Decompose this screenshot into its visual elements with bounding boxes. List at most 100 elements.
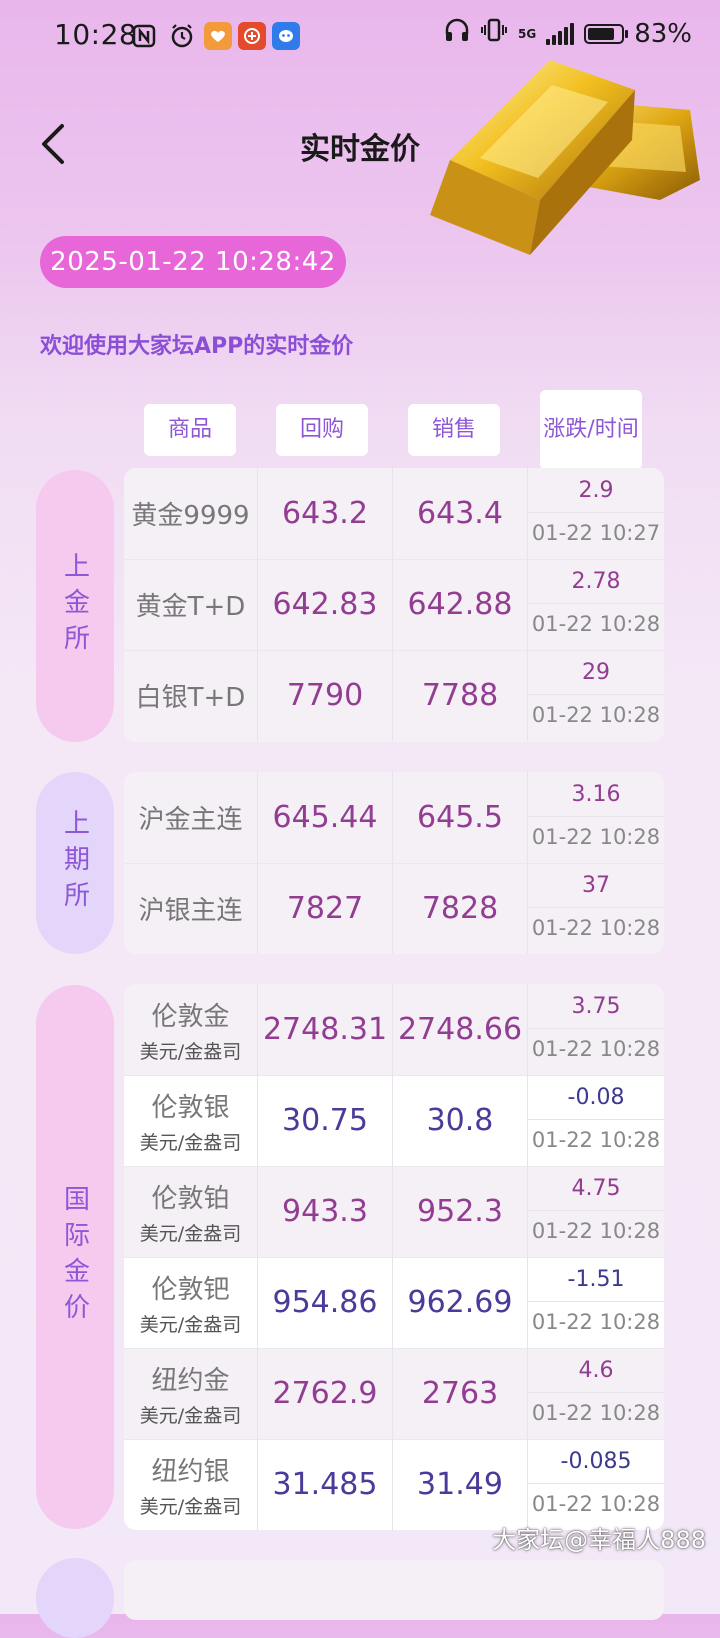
group-table-international: 伦敦金 美元/金盎司 2748.31 2748.66 3.75 01-22 10:… [124,984,664,1530]
product-name: 伦敦金 [151,1001,230,1032]
group-label-text: 上期所 [59,809,90,917]
buyback-price: 31.485 [258,1439,393,1530]
table-row[interactable]: 纽约金 美元/金盎司 2762.9 2763 4.6 01-22 10:28 [124,1348,664,1439]
group-label-international: 国际金价 [36,985,114,1529]
product-cell: 纽约银 美元/金盎司 [124,1439,258,1530]
change-value: 3.16 [528,772,664,817]
change-cell: 37 01-22 10:28 [528,863,664,954]
change-value: 29 [528,650,664,695]
change-value: 37 [528,863,664,908]
buyback-price: 30.75 [258,1075,393,1166]
change-cell: 4.6 01-22 10:28 [528,1348,664,1439]
table-row[interactable]: 沪金主连 645.44 645.5 3.16 01-22 10:28 [124,772,664,863]
group-label-text: 国际金价 [59,1185,90,1329]
table-row[interactable]: 伦敦银 美元/金盎司 30.75 30.8 -0.08 01-22 10:28 [124,1075,664,1166]
product-cell: 沪银主连 [124,863,258,954]
product-name: 伦敦银 [151,1092,230,1123]
sell-price: 7788 [393,650,528,741]
change-cell: 3.16 01-22 10:28 [528,772,664,863]
group-label-sge: 上金所 [36,470,114,742]
table-row[interactable]: 伦敦铂 美元/金盎司 943.3 952.3 4.75 01-22 10:28 [124,1166,664,1257]
table-row[interactable]: 纽约银 美元/金盎司 31.485 31.49 -0.085 01-22 10:2… [124,1439,664,1530]
row-divider [124,559,664,560]
nfc-icon [130,22,158,50]
alarm-icon [168,22,196,50]
group-table-shfe: 沪金主连 645.44 645.5 3.16 01-22 10:28 沪银主连 … [124,772,664,954]
product-name: 伦敦铂 [151,1183,230,1214]
product-cell: 黄金T+D [124,559,258,650]
sell-price: 7828 [393,863,528,954]
column-header-sell: 销售 [408,404,500,456]
product-cell: 沪金主连 [124,772,258,863]
table-row[interactable]: 伦敦钯美元/金盎司 954.86 962.69 -1.51 01-22 10:2… [124,1257,664,1348]
update-time: 01-22 10:28 [531,1128,661,1152]
update-time: 01-22 10:28 [531,825,661,849]
update-time: 01-22 10:28 [531,1401,661,1425]
unit-label: 美元/金盎司 [139,1495,242,1518]
sell-price: 31.49 [393,1439,528,1530]
change-value: -0.085 [528,1439,664,1484]
table-row[interactable]: 黄金9999 643.2 643.4 2.9 01-22 10:27 [124,468,664,559]
unit-label: 美元/金盎司 [139,1040,242,1063]
buyback-price: 7790 [258,650,393,741]
row-divider [124,1166,664,1167]
row-divider [124,1257,664,1258]
update-time: 01-22 10:28 [531,612,661,636]
product-name: 沪金主连 [138,805,243,835]
column-header-change-time: 涨跌/时间 [540,390,642,470]
battery-level [588,27,614,40]
unit-label: 美元/金盎司 [139,1313,242,1336]
buyback-price: 2762.9 [258,1348,393,1439]
change-cell: 3.75 01-22 10:28 [528,984,664,1075]
column-header-buyback: 回购 [276,404,368,456]
change-cell: 29 01-22 10:28 [528,650,664,741]
table-row[interactable]: 白银T+D 7790 7788 29 01-22 10:28 [124,650,664,741]
unit-label: 美元/金盎司 [139,1131,242,1154]
group-label-shfe: 上期所 [36,772,114,954]
update-time: 01-22 10:28 [531,1310,661,1334]
watermark: 大家坛@幸福人888 [492,1526,706,1554]
change-cell: -0.085 01-22 10:28 [528,1439,664,1530]
product-name: 白银T+D [135,683,246,713]
group-table-sge: 黄金9999 643.2 643.4 2.9 01-22 10:27 黄金T+D… [124,468,664,742]
update-time: 01-22 10:27 [531,521,661,545]
change-cell: -1.51 01-22 10:28 [528,1257,664,1348]
column-header-product: 商品 [144,404,236,456]
product-name: 伦敦钯 [151,1274,230,1305]
change-cell: -0.08 01-22 10:28 [528,1075,664,1166]
network-type: 5G [518,26,537,41]
sell-price: 642.88 [393,559,528,650]
app-notification-icon [204,22,232,50]
table-row[interactable]: 沪银主连 7827 7828 37 01-22 10:28 [124,863,664,954]
row-divider [124,863,664,864]
table-row[interactable]: 黄金T+D 642.83 642.88 2.78 01-22 10:28 [124,559,664,650]
product-name: 黄金T+D [135,592,246,622]
product-cell: 伦敦金美元/金盎司 [124,984,258,1075]
change-cell: 2.9 01-22 10:27 [528,468,664,559]
datetime-badge: 2025-01-22 10:28:42 [40,236,346,288]
buyback-price: 645.44 [258,772,393,863]
gold-bars-image [430,60,700,255]
change-cell: 4.75 01-22 10:28 [528,1166,664,1257]
row-divider [124,1075,664,1076]
update-time: 01-22 10:28 [531,1037,661,1061]
next-group-table [124,1560,664,1620]
product-cell: 黄金9999 [124,468,258,559]
sell-price: 962.69 [393,1257,528,1348]
row-divider [124,1348,664,1349]
update-time: 01-22 10:28 [531,1219,661,1243]
sell-price: 643.4 [393,468,528,559]
product-cell: 伦敦钯美元/金盎司 [124,1257,258,1348]
sell-price: 2748.66 [393,984,528,1075]
table-row[interactable]: 伦敦金 美元/金盎司 2748.31 2748.66 3.75 01-22 10:… [124,984,664,1075]
change-value: 4.6 [528,1348,664,1393]
buyback-price: 954.86 [258,1257,393,1348]
status-time: 10:28 [54,18,138,51]
change-value: 2.9 [528,468,664,513]
row-divider [124,1439,664,1440]
change-value: 2.78 [528,559,664,604]
change-value: 4.75 [528,1166,664,1211]
sell-price: 952.3 [393,1166,528,1257]
product-name: 沪银主连 [138,896,243,926]
update-time: 01-22 10:28 [531,703,661,727]
